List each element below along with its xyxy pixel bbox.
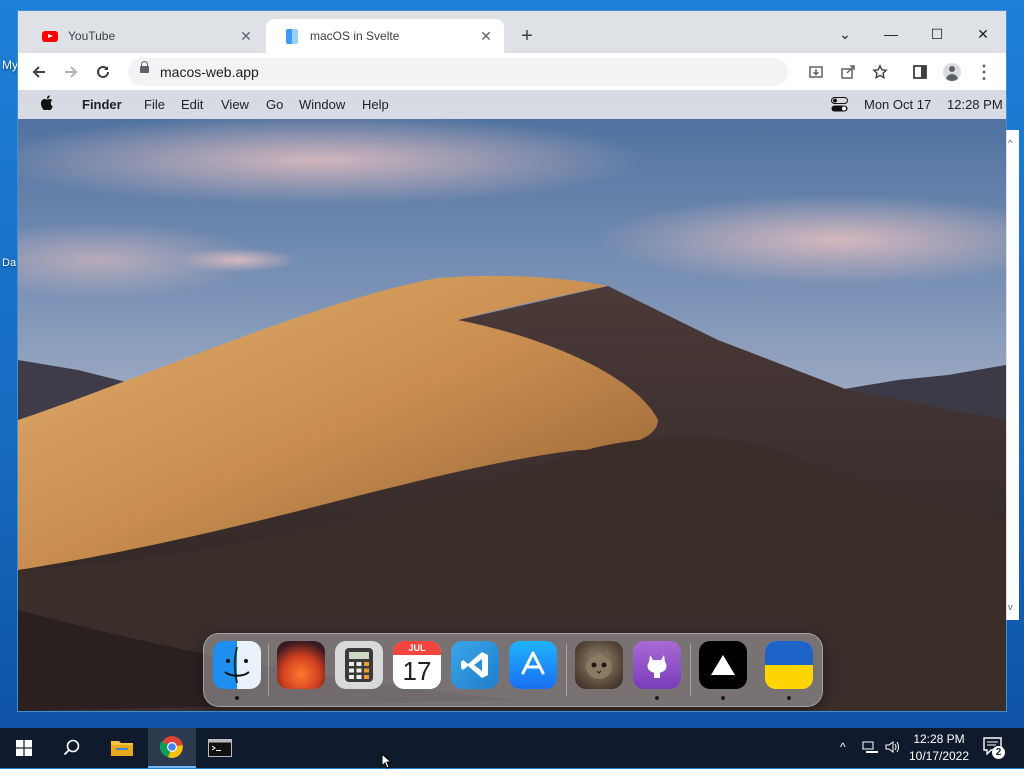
network-icon[interactable] (862, 740, 878, 759)
maximize-button[interactable]: ☐ (914, 19, 960, 49)
tab-title: macOS in Svelte (310, 29, 400, 43)
dock-separator (566, 644, 567, 696)
calendar-day: 17 (402, 656, 432, 686)
menu-app-name[interactable]: Finder (82, 97, 122, 112)
windows-taskbar: ^ 12:28 PM 10/17/2022 2 (0, 728, 1024, 769)
running-indicator (787, 696, 791, 700)
tab-macos-in-svelte[interactable]: macOS in Svelte ✕ (266, 19, 504, 53)
mojave-wallpaper (18, 90, 1006, 711)
back-button[interactable] (26, 59, 52, 85)
lock-icon[interactable] (140, 61, 149, 73)
vscode-icon[interactable] (451, 641, 499, 689)
menu-help[interactable]: Help (362, 97, 389, 112)
menu-window[interactable]: Window (299, 97, 345, 112)
wallpapers-icon[interactable] (277, 641, 325, 689)
running-indicator (721, 696, 725, 700)
macos-menu-bar: Finder File Edit View Go Window Help Mon… (18, 90, 1006, 119)
new-tab-button[interactable]: + (516, 26, 538, 48)
close-tab-icon[interactable]: ✕ (478, 28, 494, 44)
terminal-icon[interactable] (196, 728, 244, 768)
install-app-icon[interactable] (803, 59, 829, 85)
scroll-up-icon[interactable]: ^ (1008, 138, 1012, 148)
app-store-icon[interactable] (509, 641, 557, 689)
start-button[interactable] (0, 728, 48, 768)
menu-view[interactable]: View (221, 97, 249, 112)
search-icon[interactable] (48, 728, 96, 768)
macos-desktop: Finder File Edit View Go Window Help Mon… (18, 90, 1006, 711)
dock-separator (690, 644, 691, 696)
ukraine-flag-icon[interactable] (765, 641, 813, 689)
minimize-button[interactable]: — (868, 19, 914, 49)
tab-search-icon[interactable]: ⌄ (822, 19, 868, 49)
cat-icon[interactable] (575, 641, 623, 689)
more-menu-icon[interactable]: ⋮ (971, 59, 997, 85)
running-indicator (235, 696, 239, 700)
address-bar[interactable]: macos-web.app (128, 58, 788, 86)
notification-count-badge: 2 (992, 746, 1005, 759)
apple-logo-icon[interactable] (40, 95, 53, 110)
desktop-icon-label[interactable]: My (2, 58, 18, 72)
forward-button[interactable] (58, 59, 84, 85)
volume-icon[interactable] (885, 740, 901, 759)
action-center-icon[interactable]: 2 (983, 737, 1005, 759)
desktop-icon-label[interactable]: Da (2, 257, 16, 269)
page-scrollbar[interactable]: ^ v (1006, 130, 1019, 620)
tab-youtube[interactable]: YouTube ✕ (24, 19, 264, 53)
calendar-icon[interactable]: JUL 17 (393, 641, 441, 689)
menubar-date[interactable]: Mon Oct 17 (864, 97, 931, 112)
dock-separator (268, 644, 269, 696)
close-tab-icon[interactable]: ✕ (238, 28, 254, 44)
reload-button[interactable] (90, 59, 116, 85)
side-panel-icon[interactable] (907, 59, 933, 85)
youtube-icon (42, 28, 58, 44)
control-center-icon[interactable] (831, 97, 848, 115)
mouse-cursor-icon (381, 753, 393, 769)
browser-toolbar: macos-web.app ⋮ (18, 53, 1006, 91)
scroll-down-icon[interactable]: v (1008, 602, 1013, 612)
show-hidden-icons-icon[interactable]: ^ (840, 740, 846, 754)
finder-icon (284, 28, 300, 44)
file-explorer-icon[interactable] (98, 728, 146, 768)
taskbar-time[interactable]: 12:28 PM (905, 732, 973, 746)
menu-edit[interactable]: Edit (181, 97, 203, 112)
running-indicator (655, 696, 659, 700)
chrome-taskbar-button[interactable] (148, 728, 196, 768)
menu-file[interactable]: File (144, 97, 165, 112)
github-icon[interactable] (633, 641, 681, 689)
menubar-time[interactable]: 12:28 PM (947, 97, 1003, 112)
tab-title: YouTube (68, 29, 116, 43)
tab-strip: YouTube ✕ macOS in Svelte ✕ + ⌄ — ☐ ✕ (18, 11, 1006, 53)
url-text[interactable]: macos-web.app (160, 64, 259, 80)
calendar-month: JUL (393, 641, 441, 655)
chrome-icon (160, 736, 183, 758)
calculator-icon[interactable] (335, 641, 383, 689)
close-window-button[interactable]: ✕ (960, 19, 1006, 49)
profile-avatar-icon[interactable] (939, 59, 965, 85)
macos-dock: JUL 17 (203, 633, 823, 707)
browser-window: YouTube ✕ macOS in Svelte ✕ + ⌄ — ☐ ✕ ma… (18, 11, 1006, 711)
bookmark-star-icon[interactable] (867, 59, 893, 85)
taskbar-date[interactable]: 10/17/2022 (905, 749, 973, 763)
vercel-icon[interactable] (699, 641, 747, 689)
menu-go[interactable]: Go (266, 97, 283, 112)
share-icon[interactable] (835, 59, 861, 85)
finder-icon[interactable] (213, 641, 261, 689)
